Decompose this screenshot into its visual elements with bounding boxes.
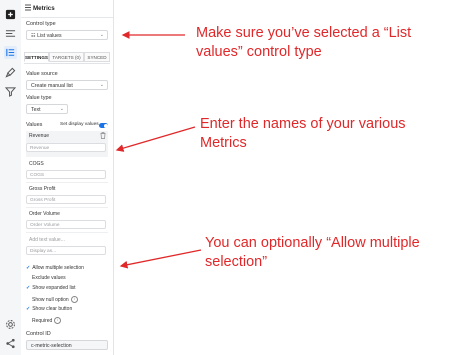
add-element-icon[interactable] (4, 8, 17, 21)
format-brush-icon[interactable] (4, 66, 17, 79)
control-type-select[interactable]: ☷ List values ⌄ (26, 30, 108, 40)
checkmark-icon: ✓ (26, 306, 31, 312)
chevron-down-icon: ⌄ (59, 106, 64, 112)
annotation-note-multiple-selection: You can optionally “Allow multiple selec… (205, 235, 420, 270)
tab-targets[interactable]: TARGETS (0) (49, 52, 84, 62)
tab-settings[interactable]: SETTINGS (24, 52, 49, 62)
control-id-label: Control ID (26, 331, 51, 337)
value-type-label: Value type (26, 95, 52, 101)
display-value-field[interactable]: Gross Profit (26, 195, 106, 204)
tab-synced[interactable]: SYNCED (84, 52, 110, 62)
value-name[interactable]: Order Volume (29, 211, 60, 217)
trash-icon[interactable] (100, 132, 106, 141)
value-type-value: Text (31, 106, 41, 113)
required-checkbox[interactable]: Required i (26, 317, 62, 324)
set-display-values-toggle[interactable] (99, 123, 108, 128)
gear-icon[interactable] (4, 318, 17, 331)
panel-header: Metrics (21, 0, 113, 18)
annotation-note-metric-names: Enter the names of your various Metrics (200, 116, 406, 151)
set-display-values-label: Set display values (60, 122, 99, 127)
checkmark-icon: ✓ (26, 265, 31, 271)
annotation-arrow-2 (115, 126, 196, 152)
values-label: Values (26, 122, 43, 128)
value-type-select[interactable]: Text ⌄ (26, 104, 68, 114)
chevron-down-icon: ⌄ (99, 32, 104, 38)
control-id-value: c-metric-selection (31, 342, 72, 349)
checkmark-icon: ✓ (26, 285, 31, 291)
control-id-field[interactable]: c-metric-selection (26, 340, 108, 350)
info-icon[interactable]: i (70, 296, 78, 303)
value-name[interactable]: Gross Profit (29, 186, 55, 192)
value-source-value: Create manual list (31, 82, 73, 89)
filter-settings-icon[interactable] (4, 85, 17, 98)
chevron-down-icon: ⌄ (99, 82, 104, 88)
divider (26, 207, 108, 208)
annotation-note-control-type: Make sure you’ve selected a “List values… (196, 25, 412, 60)
control-type-label: Control type (26, 21, 56, 27)
allow-multiple-selection-checkbox[interactable]: ✓ Allow multiple selection (26, 265, 84, 271)
value-source-label: Value source (26, 71, 58, 77)
info-icon[interactable]: i (54, 317, 62, 324)
exclude-values-checkbox[interactable]: Exclude values (26, 275, 66, 281)
value-name[interactable]: Revenue (29, 133, 49, 139)
value-name[interactable]: COGS (29, 161, 44, 167)
display-as-input[interactable]: Display as... (26, 246, 106, 255)
left-icon-rail (0, 0, 22, 355)
value-source-select[interactable]: Create manual list ⌄ (26, 80, 108, 90)
divider (26, 182, 108, 183)
share-icon[interactable] (4, 337, 17, 350)
control-list-icon (25, 4, 31, 11)
divider (26, 232, 108, 233)
display-value-field[interactable]: Revenue (26, 143, 106, 152)
display-value-field[interactable]: Order Volume (26, 220, 106, 229)
show-null-option-checkbox[interactable]: Show null option i (26, 296, 78, 303)
panel-title: Metrics (33, 5, 55, 12)
control-type-value: List values (37, 32, 62, 39)
tab-bar: SETTINGS TARGETS (0) SYNCED (24, 52, 110, 64)
layers-icon[interactable] (4, 27, 17, 40)
add-text-value-input[interactable]: Add text value... (29, 237, 65, 243)
properties-icon[interactable] (4, 46, 17, 59)
display-value-field[interactable]: COGS (26, 170, 106, 179)
show-clear-button-checkbox[interactable]: ✓ Show clear button (26, 306, 72, 312)
show-expanded-list-checkbox[interactable]: ✓ Show expanded list (26, 285, 76, 291)
control-properties-panel: Metrics Control type ☷ List values ⌄ SET… (21, 0, 114, 355)
annotation-arrow-3 (119, 249, 202, 269)
